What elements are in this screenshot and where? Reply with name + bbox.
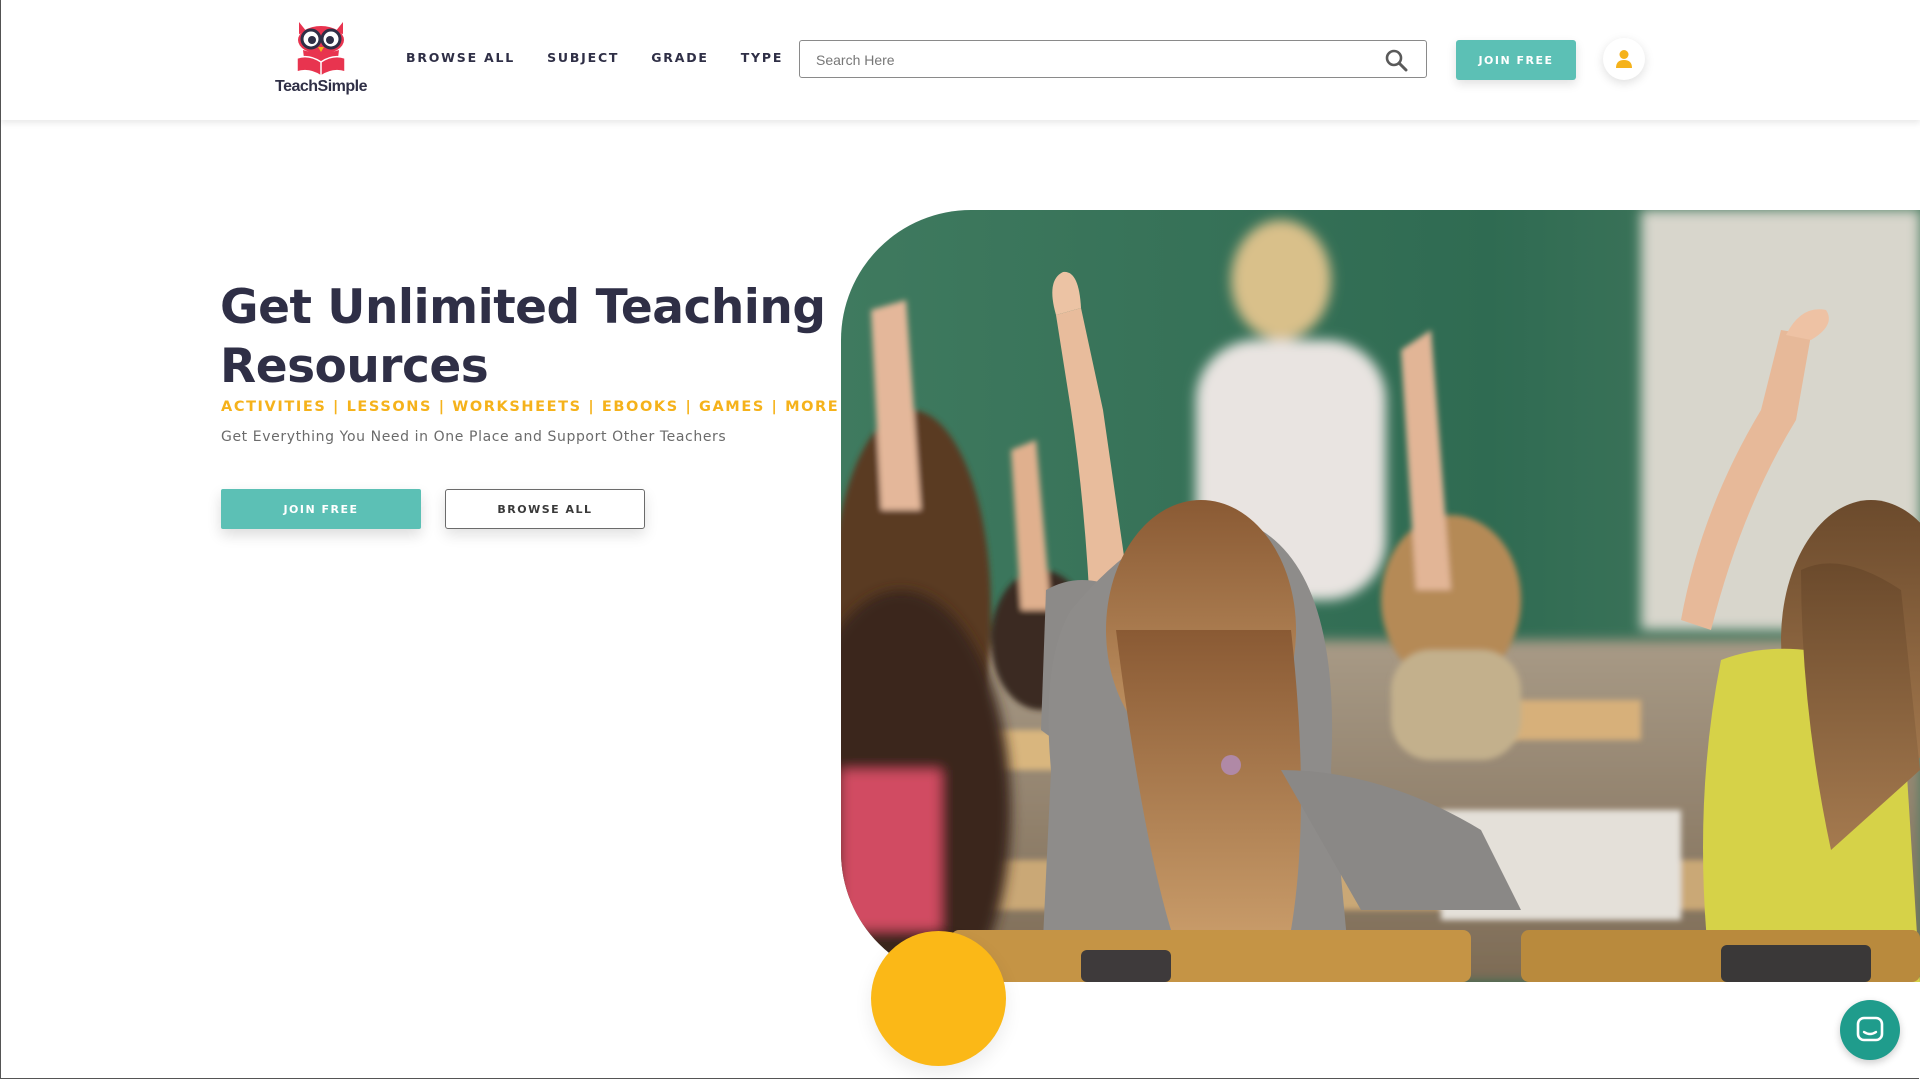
owl-reading-book-icon bbox=[296, 22, 346, 77]
hero-browse-all-button[interactable]: BROWSE ALL bbox=[445, 489, 645, 529]
logo-wordmark: TeachSimple bbox=[274, 78, 368, 95]
chat-launcher-button[interactable] bbox=[1840, 1000, 1900, 1060]
nav-browse-all[interactable]: BROWSE ALL bbox=[406, 50, 515, 65]
user-icon bbox=[1616, 50, 1632, 68]
search-icon[interactable] bbox=[1384, 48, 1408, 72]
hero-subtitle: Get Everything You Need in One Place and… bbox=[221, 429, 727, 445]
account-button[interactable] bbox=[1603, 38, 1645, 80]
main-nav: BROWSE ALL SUBJECT GRADE TYPE bbox=[406, 50, 815, 65]
site-header: TeachSimple BROWSE ALL SUBJECT GRADE TYP… bbox=[1, 0, 1920, 120]
hero-join-free-button[interactable]: JOIN FREE bbox=[221, 489, 421, 529]
nav-grade[interactable]: GRADE bbox=[651, 50, 708, 65]
decorative-yellow-circle bbox=[871, 931, 1006, 1066]
header-join-free-button[interactable]: JOIN FREE bbox=[1456, 40, 1576, 80]
chat-bubble-icon bbox=[1856, 1016, 1884, 1042]
hero-title: Get Unlimited Teaching Resources bbox=[220, 280, 826, 394]
hero-categories: ACTIVITIES | LESSONS | WORKSHEETS | EBOO… bbox=[221, 399, 840, 415]
nav-type[interactable]: TYPE bbox=[741, 50, 783, 65]
search-input[interactable] bbox=[814, 41, 1378, 79]
teachsimple-logo[interactable]: TeachSimple bbox=[271, 18, 371, 102]
hero-classroom-image bbox=[841, 210, 1920, 982]
classroom-illustration bbox=[841, 210, 1920, 982]
search-box bbox=[799, 40, 1427, 79]
nav-subject[interactable]: SUBJECT bbox=[547, 50, 619, 65]
